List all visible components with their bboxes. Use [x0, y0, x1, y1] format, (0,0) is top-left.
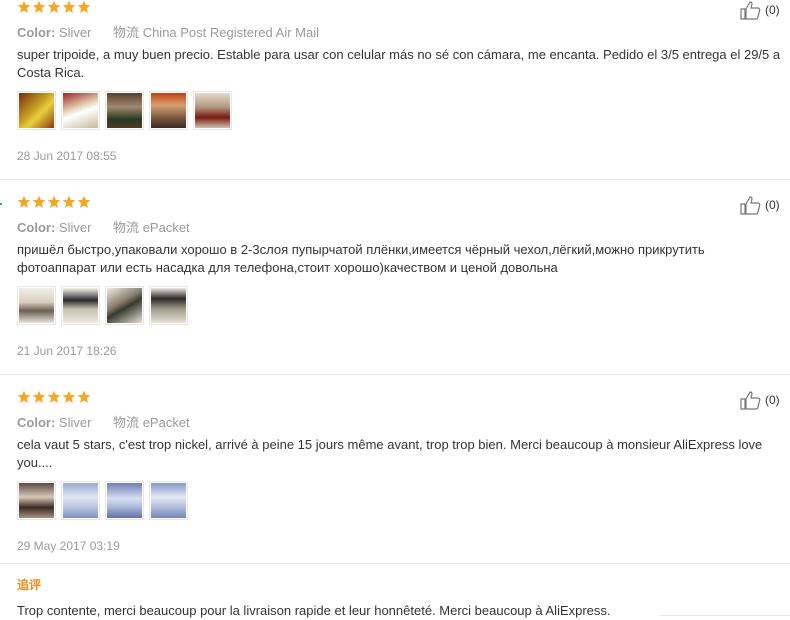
review-photo[interactable] — [149, 91, 188, 130]
star-icon — [17, 195, 31, 208]
review-photos — [17, 481, 188, 520]
review-photo[interactable] — [61, 91, 100, 130]
review-date: 29 May 2017 03:19 — [17, 539, 120, 553]
star-icon — [47, 0, 61, 13]
review-photo[interactable] — [105, 286, 144, 325]
color-label: Color: — [17, 220, 56, 235]
color-label: Color: — [17, 415, 56, 430]
star-icon — [32, 390, 46, 403]
divider — [0, 563, 790, 564]
star-icon — [62, 390, 76, 403]
divider — [0, 374, 790, 375]
helpful-button[interactable]: (0) — [740, 0, 780, 20]
review-photos — [17, 91, 232, 130]
color-value: Sliver — [58, 415, 92, 430]
helpful-count: (0) — [765, 393, 780, 407]
color-label: Color: — [17, 25, 56, 40]
review-meta: Color: Sliver 物流 ePacket — [17, 412, 190, 431]
review-photo[interactable] — [149, 286, 188, 325]
review-text: cela vaut 5 stars, c'est trop nickel, ar… — [17, 437, 763, 470]
logistics-value: ePacket — [142, 415, 190, 430]
star-icon — [77, 195, 91, 208]
divider — [0, 179, 790, 180]
star-icon — [32, 0, 46, 13]
additional-feedback-label: 追评 — [17, 578, 42, 592]
thumbs-up-icon — [740, 196, 761, 215]
review-photo[interactable] — [17, 286, 56, 325]
star-icon — [47, 390, 61, 403]
thumbs-up-icon — [740, 391, 761, 410]
color-value: Sliver — [58, 220, 92, 235]
review-text: super tripoide, a muy buen precio. Estab… — [17, 47, 781, 80]
logistics-label: 物流 — [113, 415, 140, 430]
rating-stars — [17, 390, 91, 404]
review-photo[interactable] — [193, 91, 232, 130]
review-photo[interactable] — [61, 286, 100, 325]
edge-marker — [0, 203, 2, 205]
helpful-button[interactable]: (0) — [740, 195, 780, 215]
review-date: 21 Jun 2017 18:26 — [17, 344, 117, 358]
review-text: пришёл быстро,упаковали хорошо в 2-3слоя… — [17, 242, 705, 275]
star-icon — [17, 390, 31, 403]
color-value: Sliver — [58, 25, 92, 40]
star-icon — [47, 195, 61, 208]
rating-stars — [17, 195, 91, 209]
review-photo[interactable] — [17, 481, 56, 520]
logistics-value: ePacket — [142, 220, 190, 235]
helpful-count: (0) — [765, 3, 780, 17]
logistics-label: 物流 — [113, 25, 140, 40]
helpful-button[interactable]: (0) — [740, 390, 780, 410]
review-date: 28 Jun 2017 08:55 — [17, 149, 117, 163]
additional-feedback-text: Trop contente, merci beaucoup pour la li… — [17, 603, 611, 618]
review-photo[interactable] — [61, 481, 100, 520]
review-photo[interactable] — [105, 91, 144, 130]
helpful-count: (0) — [765, 198, 780, 212]
review-photo[interactable] — [17, 91, 56, 130]
review-photo[interactable] — [149, 481, 188, 520]
review-photos — [17, 286, 188, 325]
logistics-label: 物流 — [113, 220, 140, 235]
divider — [660, 615, 790, 616]
star-icon — [62, 195, 76, 208]
review-meta: Color: Sliver 物流 China Post Registered A… — [17, 22, 319, 41]
star-icon — [77, 0, 91, 13]
star-icon — [32, 195, 46, 208]
review-meta: Color: Sliver 物流 ePacket — [17, 217, 190, 236]
thumbs-up-icon — [740, 1, 761, 20]
star-icon — [62, 0, 76, 13]
rating-stars — [17, 0, 91, 14]
star-icon — [77, 390, 91, 403]
logistics-value: China Post Registered Air Mail — [142, 25, 319, 40]
review-photo[interactable] — [105, 481, 144, 520]
star-icon — [17, 0, 31, 13]
